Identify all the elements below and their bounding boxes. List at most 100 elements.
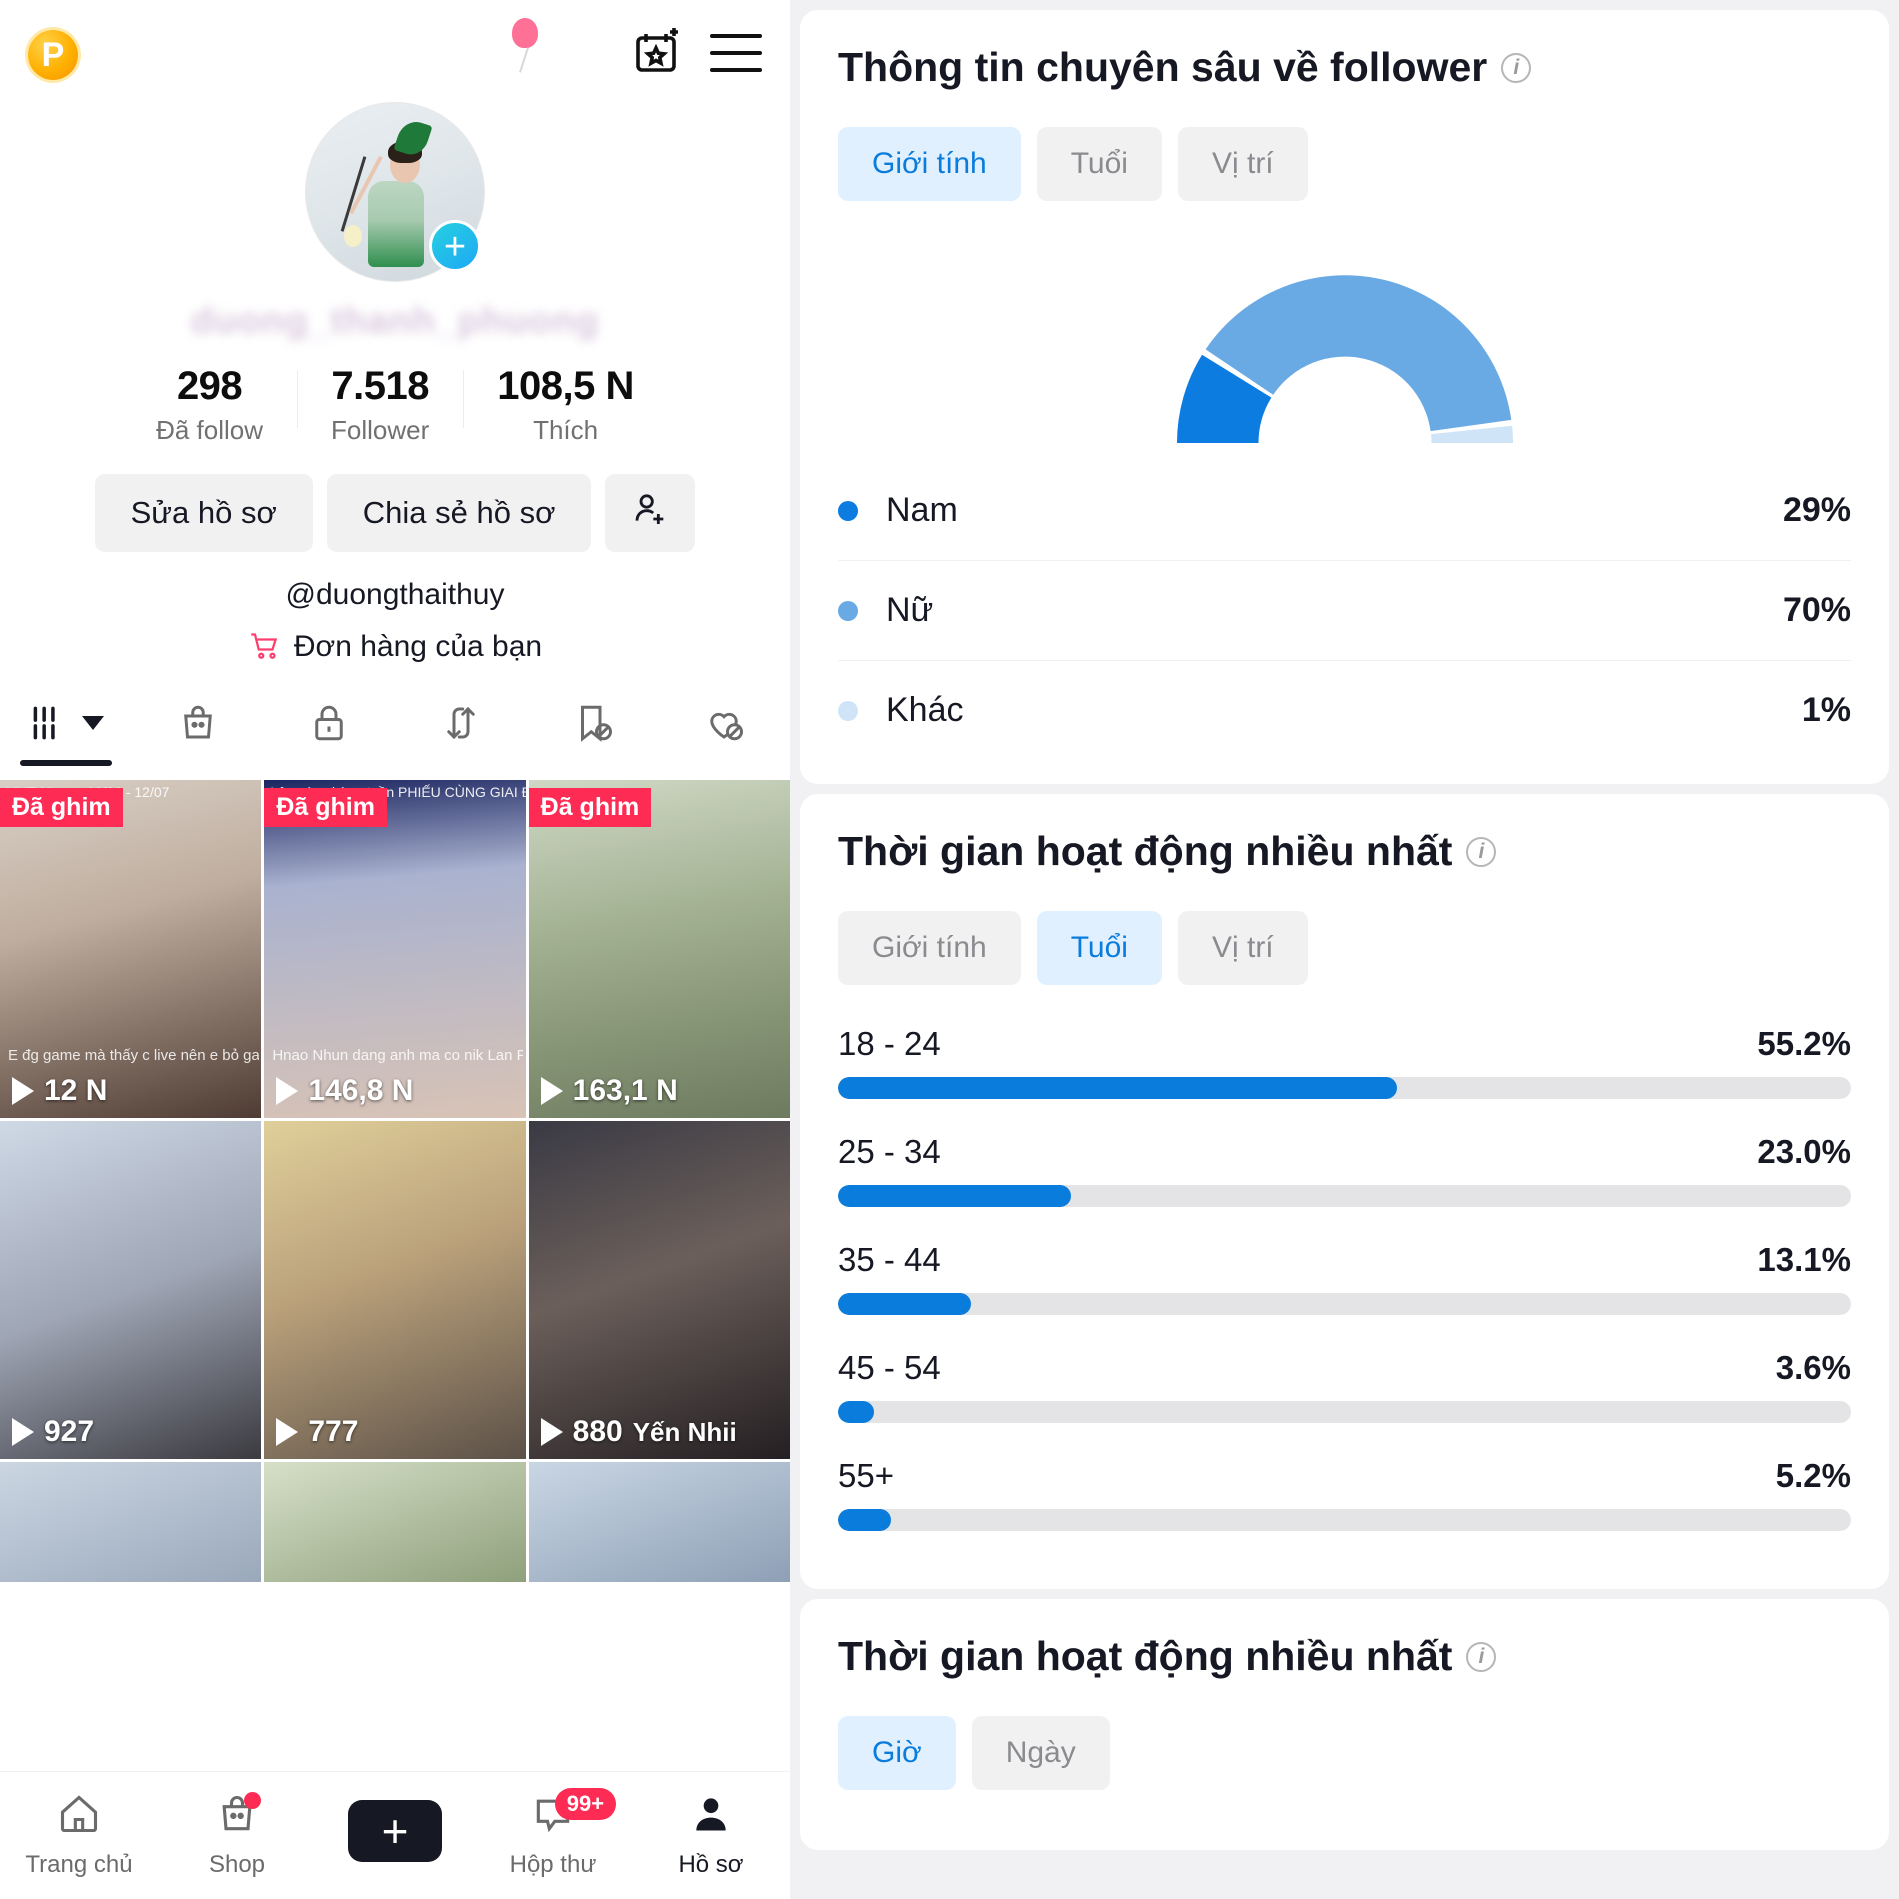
bar-fill <box>838 1293 971 1315</box>
legend-label: Nữ <box>886 591 934 629</box>
video-caption: E đg game mà thấy c live nên e bỏ game l… <box>8 1047 259 1064</box>
share-profile-button[interactable]: Chia sẻ hồ sơ <box>326 474 592 552</box>
video-cell[interactable]: Đã ghim 163,1 N <box>528 780 790 1118</box>
your-orders-label: Đơn hàng của bạn <box>293 630 543 663</box>
gender-age-location-tabs: Giới tính Tuổi Vị trí <box>838 911 1851 985</box>
nav-profile[interactable]: Hồ sơ <box>632 1792 790 1879</box>
video-views: 777 <box>276 1415 358 1449</box>
info-icon[interactable]: i <box>1466 836 1497 867</box>
tab-reposts[interactable] <box>395 694 527 752</box>
tab-day[interactable]: Ngày <box>971 1716 1110 1790</box>
nav-home[interactable]: Trang chủ <box>0 1792 158 1879</box>
legend-dot-nu <box>838 600 858 621</box>
stat-label: Đã follow <box>156 415 264 445</box>
video-cell[interactable]: 927 <box>0 1121 262 1459</box>
nav-create[interactable]: + <box>316 1799 474 1872</box>
play-icon <box>12 1418 34 1446</box>
video-cell[interactable] <box>0 1462 262 1582</box>
video-cell[interactable] <box>264 1462 526 1582</box>
avatar[interactable]: + <box>305 102 485 282</box>
stat-likes[interactable]: 108,5 N Thích <box>463 364 668 446</box>
legend-dot-nam <box>838 500 858 521</box>
legend-value: 1% <box>1801 691 1851 729</box>
video-view-count: 880 <box>572 1415 623 1448</box>
pinned-badge: Đã ghim <box>0 788 123 827</box>
tab-location[interactable]: Vị trí <box>1177 127 1308 201</box>
legend-row: Khác 1% <box>838 661 1851 760</box>
your-orders-link[interactable]: Đơn hàng của bạn <box>0 630 790 664</box>
video-cell[interactable]: 777 <box>264 1121 526 1459</box>
stat-following[interactable]: 298 Đã follow <box>122 364 297 446</box>
tab-saved[interactable] <box>527 694 659 752</box>
analytics-panel[interactable]: Thông tin chuyên sâu về follower i Giới … <box>790 0 1899 1899</box>
unread-count-badge: 99+ <box>554 1788 617 1820</box>
video-views: 927 <box>12 1415 94 1449</box>
bar-value: 5.2% <box>1775 1457 1851 1494</box>
stat-value: 298 <box>176 364 243 408</box>
video-views: 163,1 N <box>540 1074 678 1108</box>
tab-shop[interactable] <box>132 694 264 752</box>
legend-row: Nam 29% <box>838 461 1851 561</box>
tab-location[interactable]: Vị trí <box>1177 911 1308 985</box>
home-icon <box>57 1792 101 1841</box>
coin-badge-icon[interactable]: P <box>28 30 78 80</box>
nav-label: Hồ sơ <box>678 1851 744 1878</box>
play-icon <box>540 1077 563 1105</box>
video-cell[interactable]: LIVE Master 03/06 - 12/07 Đã ghim E đg g… <box>0 780 262 1118</box>
tab-gender[interactable]: Giới tính <box>838 127 1021 201</box>
bar-track <box>838 1509 1851 1531</box>
tab-liked[interactable] <box>658 694 790 752</box>
bar-row: 45 - 54 3.6% <box>838 1349 1851 1423</box>
video-grid: LIVE Master 03/06 - 12/07 Đã ghim E đg g… <box>0 780 790 1582</box>
bar-fill <box>838 1077 1398 1099</box>
tab-hour[interactable]: Giờ <box>838 1716 956 1790</box>
card-title: Thông tin chuyên sâu về follower i <box>838 44 1851 91</box>
video-cell[interactable]: Lên sóng hàng tuần PHIẾU CÙNG GIAI ĐIỆU … <box>264 780 526 1118</box>
bar-fill <box>838 1401 875 1423</box>
bottom-navigation: Trang chủ Shop + 99+ Hộp thư Hồ sơ <box>0 1771 790 1899</box>
profile-handle[interactable]: @duongthaithuy <box>0 578 790 612</box>
edit-profile-button[interactable]: Sửa hồ sơ <box>94 474 313 552</box>
nav-label: Hộp thư <box>509 1851 597 1878</box>
tab-private[interactable] <box>263 694 395 752</box>
video-cell[interactable] <box>528 1462 790 1582</box>
hamburger-menu-icon[interactable] <box>710 34 762 72</box>
hour-day-tabs: Giờ Ngày <box>838 1716 1851 1790</box>
bag-icon <box>215 1792 261 1841</box>
info-icon[interactable]: i <box>1501 52 1532 83</box>
nav-inbox[interactable]: 99+ Hộp thư <box>474 1788 632 1879</box>
profile-panel: P + duong_thanh_phuong 298 Đã follow 7.5… <box>0 0 790 1899</box>
tab-videos[interactable] <box>0 694 132 766</box>
play-icon <box>540 1418 563 1446</box>
add-story-plus-icon[interactable]: + <box>429 220 481 272</box>
card-title: Thời gian hoạt động nhiều nhất i <box>838 1633 1851 1680</box>
video-cell[interactable]: 880 Yến Nhii <box>528 1121 790 1459</box>
stat-followers[interactable]: 7.518 Follower <box>297 364 463 446</box>
tab-age[interactable]: Tuổi <box>1036 127 1162 201</box>
video-views: 12 N <box>12 1074 107 1108</box>
tab-age[interactable]: Tuổi <box>1036 911 1162 985</box>
bar-row: 18 - 24 55.2% <box>838 1025 1851 1099</box>
bar-value: 13.1% <box>1757 1241 1851 1278</box>
video-view-count: 927 <box>44 1415 95 1448</box>
stat-value: 108,5 N <box>497 364 634 408</box>
nav-shop[interactable]: Shop <box>158 1792 316 1879</box>
activity-time-card: Thời gian hoạt động nhiều nhất i Giờ Ngà… <box>800 1599 1889 1850</box>
bar-track <box>838 1185 1851 1207</box>
bar-row: 55+ 5.2% <box>838 1457 1851 1531</box>
shopping-cart-icon <box>248 632 282 662</box>
calendar-star-icon[interactable] <box>632 28 680 76</box>
add-icon[interactable]: + <box>341 1799 449 1862</box>
tab-gender[interactable]: Giới tính <box>838 911 1021 985</box>
video-views: 880 Yến Nhii <box>540 1415 737 1449</box>
video-view-count: 163,1 N <box>572 1074 678 1107</box>
bar-label: 45 - 54 <box>838 1349 941 1386</box>
add-friend-button[interactable] <box>605 474 696 552</box>
bar-label: 35 - 44 <box>838 1241 941 1278</box>
stat-value: 7.518 <box>331 364 429 408</box>
info-icon[interactable]: i <box>1466 1641 1497 1672</box>
video-view-count: 146,8 N <box>308 1074 414 1107</box>
display-name: duong_thanh_phuong <box>190 300 600 341</box>
person-add-icon <box>630 489 670 537</box>
card-title-text: Thông tin chuyên sâu về follower <box>838 44 1488 90</box>
